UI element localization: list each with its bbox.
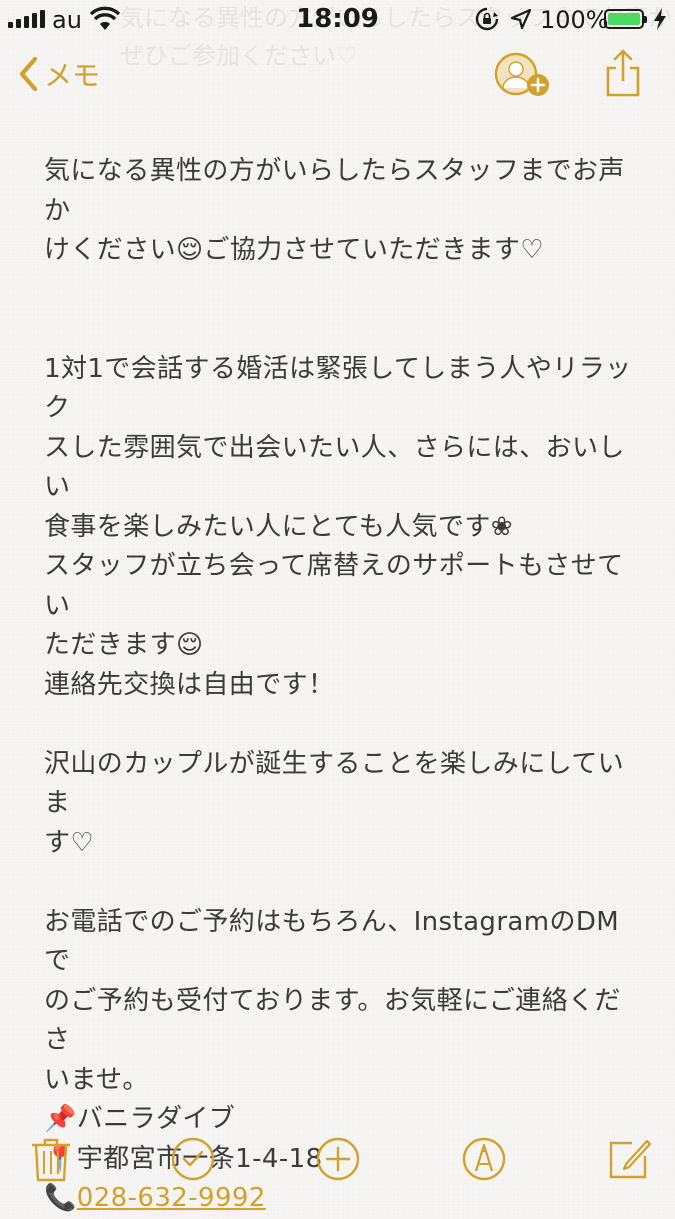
note-line: けください😌ご協力させていただきます♡ xyxy=(44,235,545,265)
add-person-icon xyxy=(494,52,549,96)
note-line: す♡ xyxy=(44,827,95,858)
note-body[interactable]: 気になる異性の方がいらしたらスタッフまでお声かけください😌ご協力させていただきま… xyxy=(44,152,644,1219)
markup-icon xyxy=(462,1137,506,1181)
battery-icon xyxy=(604,9,647,29)
delete-button[interactable] xyxy=(28,1136,74,1182)
add-button[interactable] xyxy=(315,1136,361,1182)
checklist-button[interactable] xyxy=(170,1136,216,1182)
note-line: 沢山のカップルが誕生することを楽しみにしていま xyxy=(44,748,625,819)
note-line: いませ。 xyxy=(44,1064,149,1095)
rotation-lock-icon xyxy=(475,7,499,31)
location-arrow-icon xyxy=(510,8,532,30)
trash-icon xyxy=(32,1138,70,1182)
phone-emoji: 📞 xyxy=(44,1183,77,1213)
note-line: ただきます😌 xyxy=(44,630,204,660)
note-line: スタッフが立ち会って席替えのサポートもさせてい xyxy=(44,551,624,621)
compose-button[interactable] xyxy=(606,1136,652,1182)
note-line-phone: 📞028-632-9992 xyxy=(44,1179,644,1219)
back-button[interactable]: メモ xyxy=(18,54,100,94)
compose-icon xyxy=(609,1139,652,1179)
note-line: スした雰囲気で出会いたい人、さらには、おいしい xyxy=(44,432,625,503)
charging-bolt-icon xyxy=(654,8,666,30)
note-line: お電話でのご予約はもちろん、InstagramのDMで xyxy=(44,906,620,977)
share-button[interactable] xyxy=(605,48,641,98)
note-line: 1対1で会話する婚活は緊張してしまう人やリラック xyxy=(44,353,632,424)
add-person-button[interactable] xyxy=(494,52,554,100)
note-line: 📌バニラダイブ xyxy=(44,1104,236,1134)
battery-percentage: 100% xyxy=(540,6,609,34)
add-icon xyxy=(316,1137,360,1181)
back-label: メモ xyxy=(44,59,101,92)
note-line: のご予約も受付ております。お気軽にご連絡くださ xyxy=(44,985,621,1056)
battery-level-fill xyxy=(608,13,640,25)
note-line: 気になる異性の方がいらしたらスタッフまでお声か xyxy=(44,156,625,226)
status-bar: 気になる異性の方がいらしたらスタッフまでお声かけください ぜひご参加ください♡ … xyxy=(0,0,675,70)
note-line: 連絡先交換は自由です！ xyxy=(44,669,335,700)
chevron-left-icon xyxy=(19,56,38,92)
background-ghost-text: ぜひご参加ください♡ xyxy=(120,42,358,70)
note-line: 食事を楽しみたい人にとても人気です❀ xyxy=(44,511,513,542)
markup-button[interactable] xyxy=(461,1136,507,1182)
share-icon xyxy=(606,49,640,97)
checklist-icon xyxy=(171,1137,215,1181)
phone-number-link[interactable]: 028-632-9992 xyxy=(77,1183,266,1213)
